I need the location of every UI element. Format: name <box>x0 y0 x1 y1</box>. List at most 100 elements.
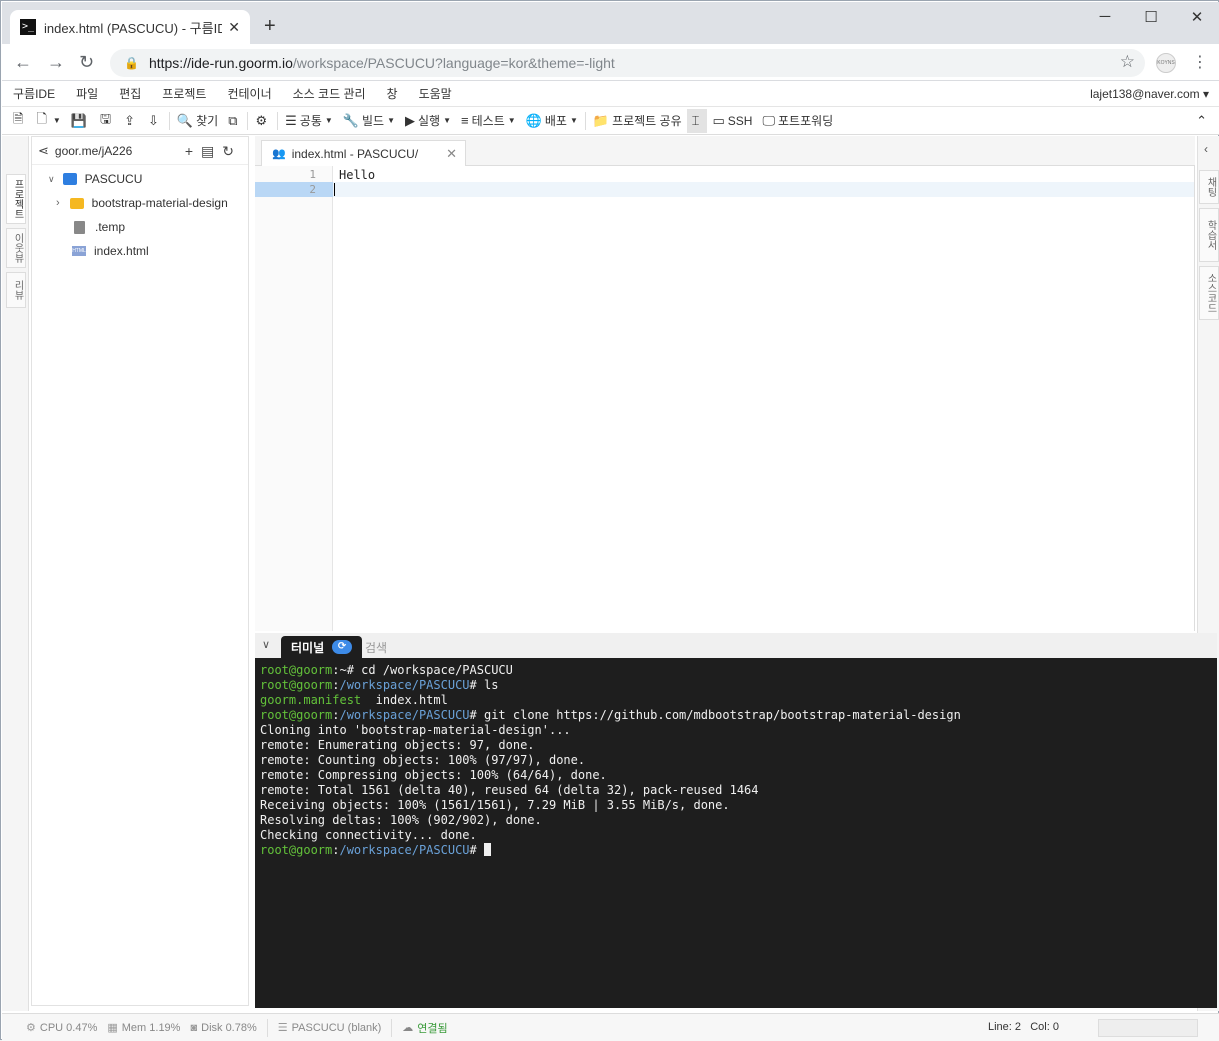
editor-tab-index-html[interactable]: 👥 index.html - PASCUCU/ ✕ <box>261 140 466 166</box>
settings-button[interactable]: ⚙ <box>250 109 275 133</box>
common-menu-button[interactable]: ☰ 공통 ▼ <box>280 109 338 133</box>
container-status[interactable]: ☰ PASCUCU (blank) <box>277 1021 382 1035</box>
code-editor[interactable]: 1 2 Hello <box>255 166 1195 631</box>
tab-search[interactable]: 검색 <box>355 636 397 658</box>
close-tab-icon[interactable]: ✕ <box>228 19 240 36</box>
server-icon: ☰ <box>277 1022 288 1034</box>
terminal-line: Checking connectivity... done. <box>260 828 477 842</box>
close-window-icon[interactable]: ✕ <box>1182 8 1212 26</box>
share-link[interactable]: goor.me/jA226 <box>55 144 132 158</box>
chevron-up-icon: ⌃ <box>1196 112 1207 128</box>
reload-icon[interactable]: ↻ <box>79 52 94 72</box>
menu-project[interactable]: 프로젝트 <box>151 85 216 102</box>
globe-icon: 🌐 <box>525 112 542 128</box>
url-input[interactable]: 🔒 https://ide-run.goorm.io/workspace/PAS… <box>110 49 1145 77</box>
terminal-line: Receiving objects: 100% (1561/1561), 7.2… <box>260 798 730 812</box>
back-icon[interactable]: ← <box>14 52 32 72</box>
tree-project-root[interactable]: ∨ PASCUCU <box>32 167 248 191</box>
mem-usage: ▦ Mem 1.19% <box>107 1021 181 1035</box>
browser-tab[interactable]: >_ index.html (PASCUCU) - 구름IDE ✕ <box>10 10 250 44</box>
folder-icon <box>69 197 84 209</box>
terminal-line: root@goorm:/workspace/PASCUCU# ls <box>260 678 499 692</box>
menu-edit[interactable]: 편집 <box>108 85 151 102</box>
tab-tutorial[interactable]: 학습서 <box>1199 208 1219 262</box>
refresh-icon[interactable]: ↻ <box>222 143 242 159</box>
port-forwarding-button[interactable]: 🖵 포트포워딩 <box>757 109 838 133</box>
command-icon: ☰ <box>285 112 297 128</box>
ide-menu-bar: 구름IDE 파일 편집 프로젝트 컨테이너 소스 코드 관리 창 도움말 laj… <box>2 81 1219 107</box>
add-icon[interactable]: + <box>185 143 201 159</box>
tab-terminal[interactable]: 터미널 ⟳ <box>281 636 363 658</box>
close-editor-tab-icon[interactable]: ✕ <box>446 146 457 162</box>
find-in-files-button[interactable]: ⧉ <box>223 109 245 133</box>
lock-icon: 🔒 <box>124 56 139 70</box>
chevron-down-icon[interactable]: ∨ <box>262 638 270 651</box>
chevron-left-icon[interactable]: ‹ <box>1204 142 1208 156</box>
new-project-button[interactable]: 🗎 <box>8 109 31 133</box>
user-account-menu[interactable]: lajet138@naver.com ▾ <box>1090 87 1209 101</box>
minimize-icon[interactable]: ─ <box>1090 8 1120 25</box>
disk-icon: ◙ <box>190 1021 198 1034</box>
new-tab-button[interactable]: + <box>264 16 276 36</box>
terminal-output[interactable]: root@goorm:~# cd /workspace/PASCUCU root@… <box>255 658 1217 1008</box>
menu-help[interactable]: 도움말 <box>408 85 462 102</box>
tab-outline[interactable]: 이웃뷰 <box>6 228 26 268</box>
browser-window: >_ index.html (PASCUCU) - 구름IDE ✕ + ─ ☐ … <box>0 0 1219 1041</box>
line-gutter: 1 2 <box>255 166 333 631</box>
menu-window[interactable]: 창 <box>376 85 408 102</box>
menu-source-control[interactable]: 소스 코드 관리 <box>282 85 376 102</box>
tree-item-label: .temp <box>95 220 126 234</box>
tab-source-code[interactable]: 소스코드 <box>1199 266 1219 320</box>
terminal-line: root@goorm:~# cd /workspace/PASCUCU <box>260 663 513 677</box>
browser-menu-icon[interactable]: ⋮ <box>1192 52 1208 72</box>
upload-button[interactable]: ⇪ <box>119 109 143 133</box>
extension-icon[interactable]: KOYNS <box>1156 53 1176 73</box>
maximize-icon[interactable]: ☐ <box>1136 8 1166 26</box>
terminal-line: Cloning into 'bootstrap-material-design'… <box>260 723 571 737</box>
image-search-icon: ⧉ <box>228 112 238 128</box>
project-name: PASCUCU <box>84 172 143 186</box>
tree-item-folder[interactable]: › bootstrap-material-design <box>32 191 248 215</box>
share-project-button[interactable]: 📁 프로젝트 공유 <box>588 109 687 133</box>
tree-item-html[interactable]: HTML index.html <box>32 239 248 263</box>
title-bar: >_ index.html (PASCUCU) - 구름IDE ✕ + ─ ☐ … <box>2 2 1219 44</box>
save-all-button[interactable]: 🖫 <box>95 109 119 133</box>
run-menu-button[interactable]: ▶ 실행 ▼ <box>400 109 456 133</box>
share-icon[interactable]: ⋖ <box>38 143 49 159</box>
chevron-right-icon: › <box>56 197 60 209</box>
new-folder-icon[interactable]: ▤ <box>201 143 222 159</box>
url-text: https://ide-run.goorm.io/workspace/PASCU… <box>148 55 615 71</box>
tab-project[interactable]: 프로젝트 <box>6 174 26 224</box>
deploy-menu-button[interactable]: 🌐 배포 ▼ <box>521 109 583 133</box>
cpu-icon: ⚙ <box>26 1022 36 1034</box>
bookmark-star-icon[interactable]: ☆ <box>1120 52 1135 72</box>
tab-chat[interactable]: 채팅 <box>1199 170 1219 204</box>
download-button[interactable]: ⇩ <box>143 109 167 133</box>
new-file-button[interactable]: 🗋 ▼ <box>31 109 65 133</box>
ssh-icon: ▭ <box>712 112 725 128</box>
left-panel-strip: ‹ 프로젝트 이웃뷰 리뷰 <box>2 136 29 1011</box>
tree-item-file[interactable]: .temp <box>32 215 248 239</box>
new-file-icon: 🗋 <box>36 110 47 126</box>
save-all-icon: 🖫 <box>100 110 112 126</box>
forward-icon[interactable]: → <box>47 52 65 72</box>
text-cursor <box>334 183 335 196</box>
save-button[interactable]: 💾 <box>66 109 95 133</box>
tab-review[interactable]: 리뷰 <box>6 272 26 308</box>
menu-container[interactable]: 컨테이너 <box>216 85 281 102</box>
test-menu-button[interactable]: ≡ 테스트 ▼ <box>456 109 521 133</box>
terminal-line: Resolving deltas: 100% (902/902), done. <box>260 813 542 827</box>
address-bar: ← → ↻ 🔒 https://ide-run.goorm.io/workspa… <box>2 44 1219 81</box>
menu-goormide[interactable]: 구름IDE <box>2 85 65 102</box>
terminal-line: remote: Enumerating objects: 97, done. <box>260 738 535 752</box>
list-icon: ≡ <box>461 113 469 128</box>
find-button[interactable]: 🔍 찾기 <box>172 109 223 133</box>
terminal-refresh-icon[interactable]: ⟳ <box>332 640 353 654</box>
project-icon <box>62 173 77 185</box>
collapse-toolbar-button[interactable]: ⌃ <box>1191 109 1215 133</box>
ssh-button[interactable]: ▭ SSH <box>707 109 757 133</box>
terminal-toggle-button[interactable]: ⌶ <box>686 108 708 133</box>
menu-file[interactable]: 파일 <box>65 85 108 102</box>
terminal-icon: ⌶ <box>691 112 700 128</box>
build-menu-button[interactable]: 🔧 빌드 ▼ <box>338 109 400 133</box>
